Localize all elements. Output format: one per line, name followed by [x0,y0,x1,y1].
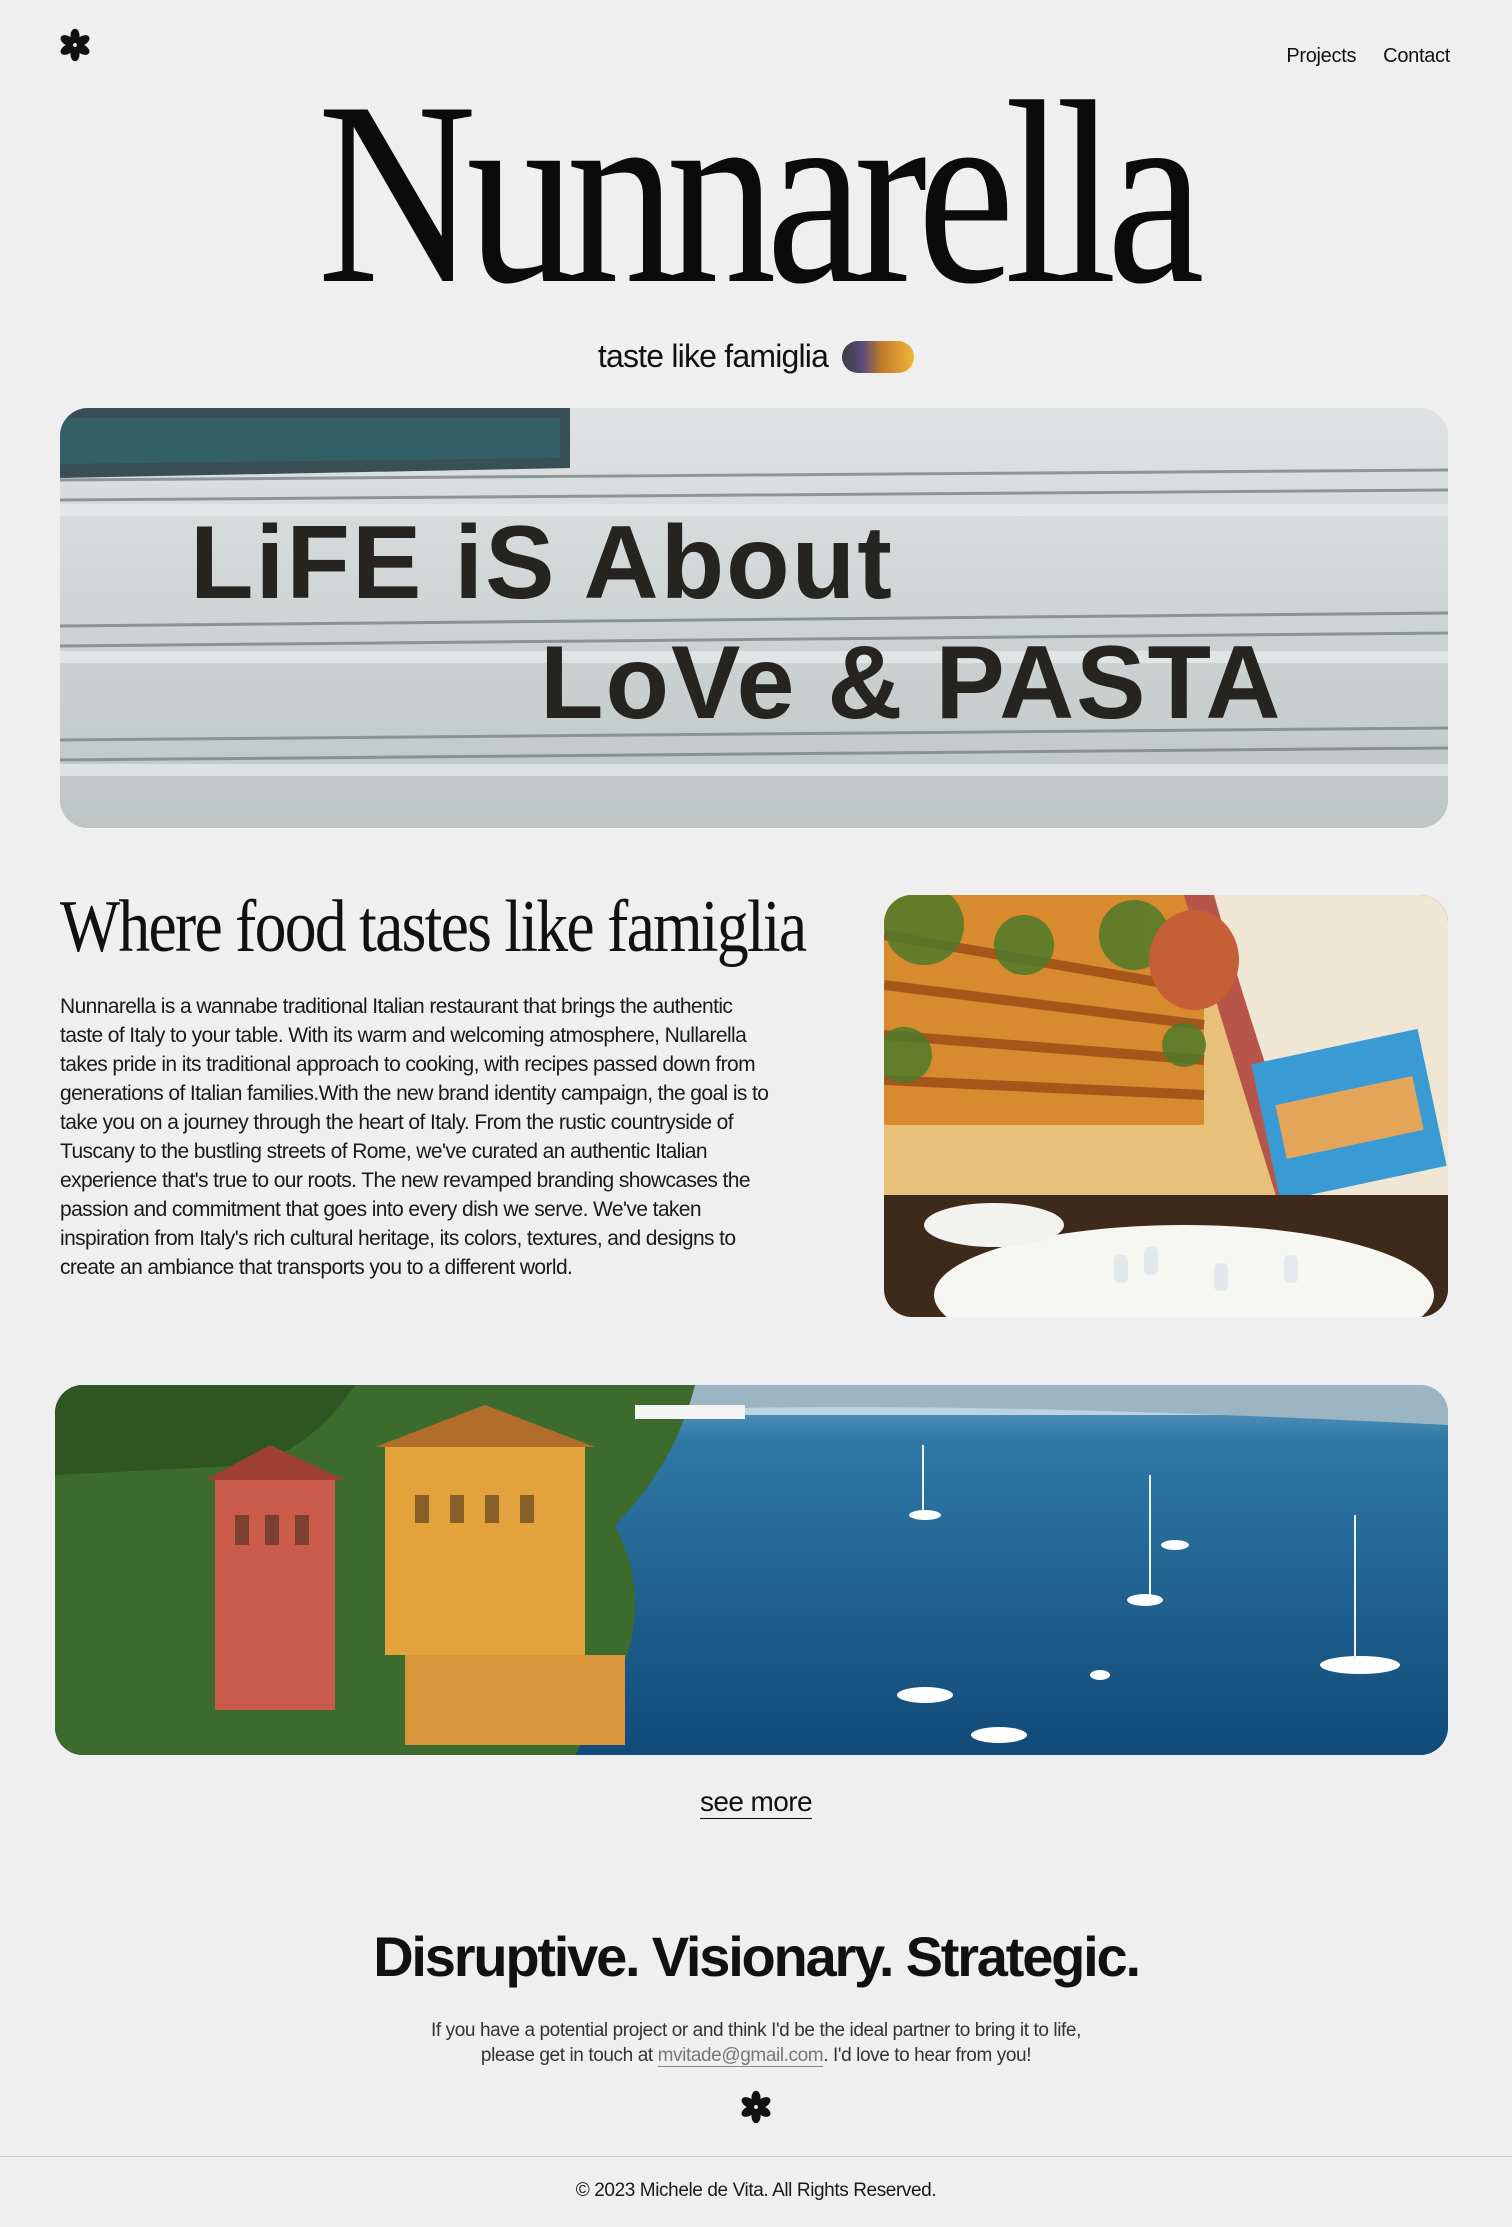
cta-line2-prefix: please get in touch at [480,2045,658,2066]
footer-copyright: © 2023 Michele de Vita. All Rights Reser… [575,2180,937,2201]
tagline-text: taste like famiglia [597,338,829,374]
cta-line1: If you have a potential project or and t… [431,2020,1081,2041]
hero-image: LiFE iS About LoVe & PASTA [60,408,1448,828]
about-body: Nunnarella is a wannabe traditional Ital… [60,995,769,1279]
nav-contact-link[interactable]: Contact [1383,45,1450,68]
hero-painted-line1: LiFE iS About [190,505,894,621]
flower-asterisk-icon [741,2090,771,2124]
flower-asterisk-icon[interactable] [58,28,92,62]
portofino-coast-image [55,1385,1448,1755]
email-link[interactable]: mvitade@gmail.com [657,2045,824,2067]
about-title: Where food tastes like famiglia [60,886,807,968]
cta-text: If you have a potential project or and t… [0,2018,1512,2068]
footer-divider [0,2156,1512,2157]
cta-line2: please get in touch at mvitade@gmail.com… [0,2043,1512,2068]
hero-painted-line2: LoVe & PASTA [540,625,1282,741]
see-more-row: see more [0,1786,1512,1819]
restaurant-interior-image [884,895,1448,1317]
brand-title: Nunnarella [317,48,1205,338]
cta-title: Disruptive. Visionary. Strategic. [373,1925,1141,1988]
cta-line2-suffix: . I'd love to hear from you! [823,2045,1032,2066]
tagline-pill-image [842,340,915,373]
see-more-link[interactable]: see more [700,1786,813,1819]
tagline-row: taste like famiglia [0,338,1512,375]
